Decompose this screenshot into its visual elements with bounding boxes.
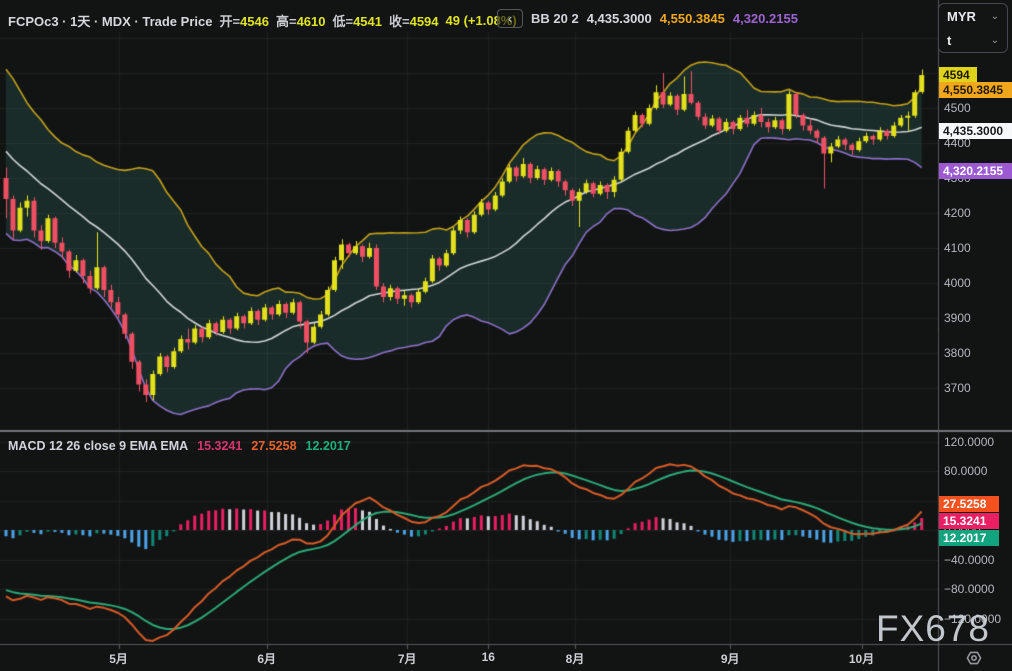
time-tick-label: 10月 [840, 650, 884, 667]
macd-legend: MACD 12 26 close 9 EMA EMA 15.3241 27.52… [8, 439, 351, 453]
price-tick-label: 4200 [944, 206, 971, 220]
watermark: FX678 [876, 608, 1008, 650]
unit-value: t [947, 33, 951, 48]
macd-badge: 15.3241 [939, 513, 999, 529]
chevron-down-icon: ⌄ [991, 11, 999, 22]
macd-badge: 12.2017 [939, 530, 999, 546]
settings-gear-icon[interactable] [965, 649, 983, 667]
ohlc-high: 高=4610 [276, 11, 326, 30]
price-tick-label: 4500 [944, 101, 971, 115]
collapse-indicator-button[interactable]: ‹ [497, 9, 523, 28]
price-tick-label: 3700 [944, 381, 971, 395]
time-tick-label: 6月 [245, 650, 289, 667]
macd-tick-label: 120.0000 [944, 435, 994, 449]
time-tick-label: 8月 [553, 650, 597, 667]
chevron-down-icon: ⌄ [991, 35, 999, 46]
time-tick-label: 7月 [385, 650, 429, 667]
time-tick-label: 16 [466, 650, 510, 664]
bb-lower-value: 4,320.2155 [733, 11, 798, 26]
macd-tick-label: −80.0000 [944, 582, 994, 596]
macd-line-value: 27.5258 [251, 439, 296, 453]
macd-tick-label: −40.0000 [944, 553, 994, 567]
unit-dropdown[interactable]: t ⌄ [939, 28, 1007, 52]
price-tick-label: 4100 [944, 241, 971, 255]
indicator-name: BB 20 2 [531, 11, 579, 26]
time-tick-label: 5月 [97, 650, 141, 667]
macd-badge: 27.5258 [939, 496, 999, 512]
price-tick-label: 4000 [944, 276, 971, 290]
price-badge: 4,320.2155 [939, 163, 1012, 179]
symbol-title: FCPOc3 · 1天 · MDX · Trade Price [8, 11, 212, 30]
ohlc-low: 低=4541 [332, 11, 382, 30]
price-badge: 4,435.3000 [939, 123, 1012, 139]
price-badge: 4,550.3845 [939, 82, 1012, 98]
trading-chart-app: FCPOc3 · 1天 · MDX · Trade Price 开=4546 高… [0, 0, 1012, 671]
bb-upper-value: 4,550.3845 [660, 11, 725, 26]
macd-signal-value: 12.2017 [306, 439, 351, 453]
macd-label: MACD 12 26 close 9 EMA EMA [8, 439, 188, 453]
currency-unit-selector: MYR ⌄ t ⌄ [938, 3, 1008, 53]
bollinger-legend: ‹ BB 20 2 4,435.3000 4,550.3845 4,320.21… [497, 9, 798, 28]
currency-dropdown[interactable]: MYR ⌄ [939, 4, 1007, 28]
chart-canvas[interactable] [0, 0, 1012, 671]
time-tick-label: 9月 [708, 650, 752, 667]
macd-tick-label: 80.0000 [944, 464, 987, 478]
bb-mid-value: 4,435.3000 [587, 11, 652, 26]
ohlc-open: 开=4546 [219, 11, 269, 30]
ohlc-close: 收=4594 [389, 11, 439, 30]
currency-value: MYR [947, 9, 976, 24]
price-badge: 4594 [939, 67, 977, 83]
macd-hist-value: 15.3241 [197, 439, 242, 453]
price-tick-label: 3800 [944, 346, 971, 360]
symbol-header: FCPOc3 · 1天 · MDX · Trade Price 开=4546 高… [8, 11, 517, 30]
price-tick-label: 3900 [944, 311, 971, 325]
